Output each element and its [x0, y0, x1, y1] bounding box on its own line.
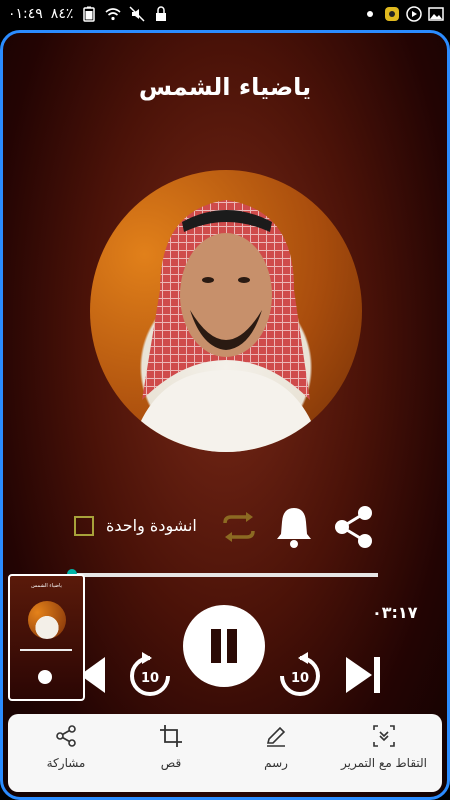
dots-icon: [367, 11, 373, 17]
status-right: [362, 6, 444, 22]
progress-bar[interactable]: [67, 569, 378, 579]
battery-icon: [83, 6, 96, 22]
lock-icon: [156, 6, 167, 21]
toolbar-crop[interactable]: قص: [121, 724, 221, 770]
repeat-icon[interactable]: [222, 511, 256, 543]
pause-icon-left-bar: [211, 629, 221, 663]
thumbnail-play: [38, 670, 52, 684]
toolbar-scroll-capture-label: التقاط مع التمرير: [340, 756, 427, 770]
pen-icon: [266, 726, 286, 747]
rewind-10-label: 10: [141, 671, 159, 686]
forward-10-label: 10: [291, 671, 309, 686]
play-notification-icon: [406, 6, 422, 22]
toolbar-draw-label: رسم: [264, 756, 288, 770]
bell-icon[interactable]: [275, 504, 313, 550]
toolbar-scroll-capture[interactable]: التقاط مع التمرير: [334, 724, 434, 770]
mute-icon: [129, 6, 145, 22]
next-icon[interactable]: [342, 655, 384, 695]
status-bar: ٠١:٤٩ ٨٤٪: [0, 0, 450, 30]
elapsed-time: ٠٣:١٧: [372, 603, 418, 622]
artist-photo-illustration: [130, 200, 322, 452]
share-icon: [56, 725, 76, 747]
toolbar-share-label: مشاركة: [46, 756, 86, 770]
track-title: ياضياء الشمس: [138, 73, 312, 101]
toolbar-share[interactable]: مشاركة: [16, 724, 116, 770]
repeat-one-checkbox[interactable]: [74, 516, 94, 536]
scroll-capture-icon: [373, 725, 395, 747]
app-notification-icon: [385, 7, 399, 21]
wifi-icon: [105, 8, 121, 21]
share-icon[interactable]: [333, 504, 375, 550]
crop-icon: [160, 725, 182, 747]
thumbnail-avatar: [28, 601, 66, 639]
thumbnail-progress: [20, 649, 72, 651]
pause-icon-right-bar: [227, 629, 237, 663]
gallery-icon: [428, 7, 444, 21]
forward-10-icon[interactable]: 10: [278, 652, 322, 698]
pause-button[interactable]: [183, 605, 265, 687]
thumbnail-title: ياضياء الشمس: [31, 583, 62, 589]
toolbar-draw[interactable]: رسم: [226, 724, 326, 770]
artist-avatar: [90, 170, 362, 452]
rewind-10-icon[interactable]: 10: [128, 652, 172, 698]
status-left: ٠١:٤٩ ٨٤٪: [8, 6, 169, 22]
screenshot-thumbnail[interactable]: ياضياء الشمس: [8, 574, 85, 701]
screenshot-toolbar: مشاركة قص رسم التقاط مع التمرير: [8, 714, 442, 792]
status-time: ٠١:٤٩: [8, 6, 43, 22]
status-battery: ٨٤٪: [50, 6, 74, 22]
repeat-mode-label: انشودة واحدة: [106, 516, 197, 535]
toolbar-crop-label: قص: [160, 756, 182, 770]
